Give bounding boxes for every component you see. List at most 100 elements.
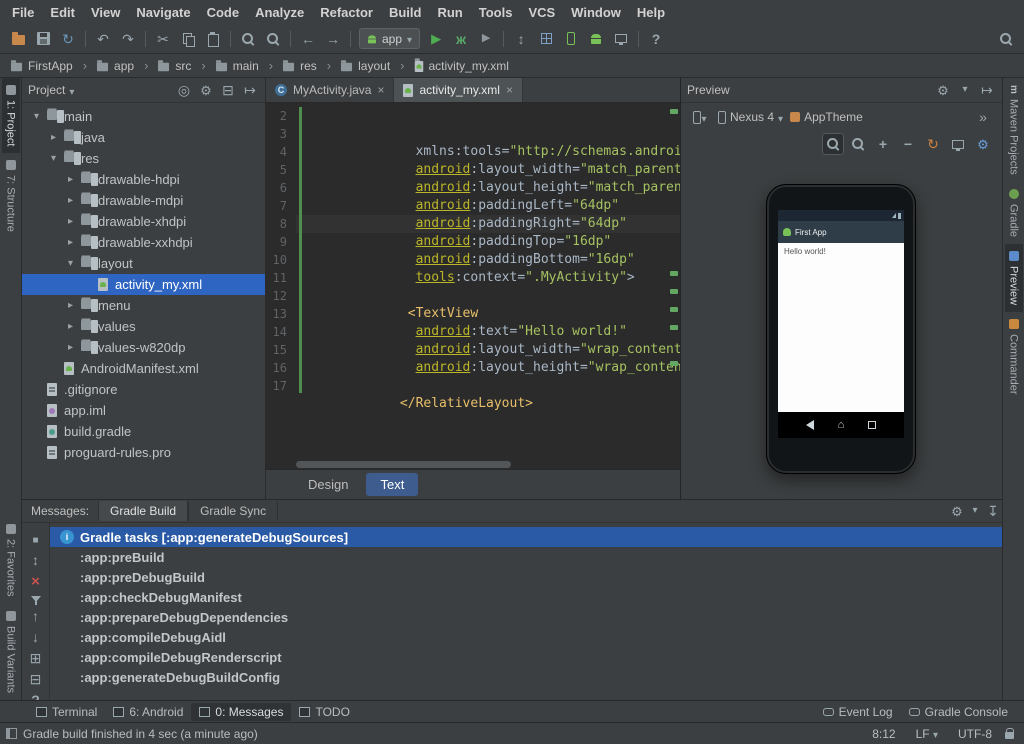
code-line[interactable]: 2 xmlns:tools="http://schemas.android.co [266,107,680,159]
tree-row[interactable]: proguard-rules.pro [22,442,265,463]
error-stripe-mark[interactable] [670,307,678,312]
line-separator-select[interactable]: LF [909,725,945,741]
tool-window-button[interactable]: Build Variants [2,604,20,700]
horizontal-scrollbar[interactable] [296,461,511,468]
breadcrumb-item[interactable]: main [213,58,280,73]
tree-row[interactable]: ▾ layout [22,253,265,274]
tree-row[interactable]: ▾ main [22,106,265,127]
breadcrumb-item[interactable]: res [280,58,338,73]
chevron-down-icon[interactable] [956,81,974,99]
tree-expand-arrow[interactable]: ▸ [68,300,81,311]
code-line[interactable]: 17 [266,377,680,395]
code-line[interactable]: 4 android:layout_height="match_parent" [266,143,680,195]
tree-expand-arrow[interactable]: ▾ [51,153,64,164]
scroll-to-end-icon[interactable] [984,502,1002,520]
android-monitor-icon[interactable] [609,27,633,51]
preview-settings-icon[interactable] [972,133,994,155]
line-number[interactable]: 16 [266,359,296,377]
line-number[interactable]: 10 [266,251,296,269]
filter-icon[interactable] [30,596,41,605]
line-number[interactable]: 17 [266,377,296,395]
save-all-icon[interactable] [31,27,55,51]
code-editor[interactable]: 2 xmlns:tools="http://schemas.android.co… [266,103,680,469]
breadcrumb-item[interactable]: app [94,58,155,73]
screenshot-icon[interactable] [947,133,969,155]
editor-tab[interactable]: activity_my.xml × [394,78,523,102]
tree-expand-arrow[interactable]: ▸ [51,132,64,143]
tree-row[interactable]: ▸ drawable-xxhdpi [22,232,265,253]
messages-tab[interactable]: Gradle Build [98,501,189,521]
message-row[interactable]: Gradle tasks [:app:generateDebugSources] [50,527,1002,547]
tool-window-button[interactable]: 1: Project [1,78,20,154]
overflow-icon[interactable] [972,106,994,128]
close-icon[interactable]: × [377,83,384,97]
line-number[interactable]: 5 [266,161,296,179]
menu-item[interactable]: Help [629,3,673,22]
tool-window-button[interactable]: Preview [1004,243,1023,312]
error-stripe-mark[interactable] [670,271,678,276]
tree-expand-arrow[interactable]: ▸ [68,342,81,353]
tool-window-button[interactable]: Maven Projects [1005,78,1023,182]
run-with-coverage-icon[interactable] [474,27,498,51]
menu-item[interactable]: View [83,3,128,22]
gear-icon[interactable] [197,81,215,99]
code-line[interactable]: 8 android:paddingBottom="16dp" [266,215,680,267]
line-number[interactable]: 3 [266,125,296,143]
attach-debugger-icon[interactable] [509,27,533,51]
hide-panel-icon[interactable] [978,81,996,99]
line-number[interactable]: 8 [266,215,296,233]
code-line[interactable]: 6 android:paddingRight="64dp" [266,179,680,231]
tree-expand-arrow[interactable]: ▸ [68,321,81,332]
message-row[interactable]: :app:compileDebugAidl [50,627,1002,647]
menu-item[interactable]: Tools [471,3,521,22]
error-stripe-mark[interactable] [670,325,678,330]
chevron-down-icon[interactable] [69,83,74,98]
paste-icon[interactable] [201,27,225,51]
tree-expand-arrow[interactable]: ▸ [68,195,81,206]
menu-item[interactable]: VCS [520,3,563,22]
next-message-icon[interactable] [32,630,39,644]
tree-row[interactable]: ▸ drawable-mdpi [22,190,265,211]
gear-icon[interactable] [948,502,966,520]
gear-icon[interactable] [934,81,952,99]
cut-icon[interactable] [151,27,175,51]
chevron-down-icon[interactable] [966,502,984,520]
breadcrumb-item[interactable]: FirstApp [8,58,94,73]
hide-panel-icon[interactable] [241,81,259,99]
editor-tab[interactable]: MyActivity.java × [266,78,395,102]
search-everywhere-icon[interactable] [994,27,1018,51]
close-icon[interactable] [31,574,40,589]
breadcrumb-item[interactable]: src [155,58,212,73]
stop-icon[interactable] [32,531,38,546]
tree-row[interactable]: ▸ values-w820dp [22,337,265,358]
line-number[interactable]: 13 [266,305,296,323]
menu-item[interactable]: Build [381,3,430,22]
orientation-select[interactable] [689,106,711,128]
undo-icon[interactable] [91,27,115,51]
help-icon[interactable] [31,693,40,700]
navigate-back-icon[interactable] [296,27,320,51]
open-project-icon[interactable] [6,27,30,51]
tool-window-button[interactable]: 0: Messages [191,702,292,721]
zoom-actual-icon[interactable] [847,133,869,155]
message-row[interactable]: :app:preDebugBuild [50,567,1002,587]
line-number[interactable]: 15 [266,341,296,359]
run-configuration-select[interactable]: app [359,28,421,49]
menu-item[interactable]: Refactor [312,3,381,22]
redo-icon[interactable] [116,27,140,51]
menu-item[interactable]: Run [429,3,470,22]
tool-window-button[interactable]: Terminal [28,703,105,721]
menu-item[interactable]: Edit [42,3,83,22]
layout-inspector-icon[interactable] [534,27,558,51]
tree-row[interactable]: ▸ drawable-hdpi [22,169,265,190]
code-line[interactable]: 3 android:layout_width="match_parent" [266,125,680,177]
menu-item[interactable]: Code [199,3,248,22]
breadcrumb-item[interactable]: activity_my.xml [412,58,511,73]
tree-expand-arrow[interactable]: ▾ [68,258,81,269]
tool-window-button[interactable]: TODO [291,703,357,721]
tree-expand-arrow[interactable]: ▸ [68,174,81,185]
tree-row[interactable]: AndroidManifest.xml [22,358,265,379]
tool-window-button[interactable]: Event Log [815,703,901,721]
line-number[interactable]: 2 [266,107,296,125]
tool-window-button[interactable]: Commander [1005,312,1023,402]
